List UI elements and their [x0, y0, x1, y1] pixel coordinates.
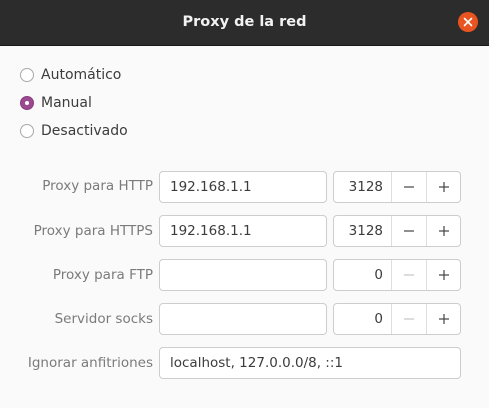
http-proxy-host-input[interactable]: 192.168.1.1 — [159, 171, 327, 203]
socks-port-decrement-button — [391, 304, 426, 334]
ignore-hosts-label: Ignorar anfitriones — [27, 355, 153, 371]
socks-port-increment-button[interactable] — [426, 304, 461, 334]
close-icon — [463, 17, 473, 27]
ftp-port-decrement-button — [391, 260, 426, 290]
radio-label-automatico: Automático — [41, 67, 122, 83]
http-port-decrement-button[interactable] — [391, 172, 426, 202]
ftp-proxy-host-input[interactable] — [159, 259, 327, 291]
minus-icon — [404, 274, 414, 276]
ftp-proxy-label: Proxy para FTP — [52, 267, 153, 283]
plus-icon — [439, 226, 449, 236]
socks-server-host-input[interactable] — [159, 303, 327, 335]
ftp-proxy-port-value[interactable]: 0 — [334, 260, 383, 290]
minus-icon — [404, 230, 414, 232]
https-port-increment-button[interactable] — [426, 216, 461, 246]
close-button[interactable] — [458, 12, 478, 32]
http-proxy-port-stepper[interactable]: 3128 — [333, 171, 461, 203]
https-proxy-port-value[interactable]: 3128 — [334, 216, 383, 246]
title-bar: Proxy de la red — [0, 0, 489, 46]
plus-icon — [439, 270, 449, 280]
radio-label-manual: Manual — [41, 95, 92, 111]
https-proxy-host-input[interactable]: 192.168.1.1 — [159, 215, 327, 247]
https-port-decrement-button[interactable] — [391, 216, 426, 246]
plus-icon — [439, 314, 449, 324]
radio-button-selected[interactable] — [20, 96, 34, 110]
socks-server-label: Servidor socks — [54, 311, 153, 327]
socks-server-port-stepper[interactable]: 0 — [333, 303, 461, 335]
minus-icon — [404, 318, 414, 320]
http-proxy-port-value[interactable]: 3128 — [334, 172, 383, 202]
https-proxy-label: Proxy para HTTPS — [33, 223, 153, 239]
radio-button[interactable] — [20, 124, 34, 138]
https-proxy-port-stepper[interactable]: 3128 — [333, 215, 461, 247]
window-title: Proxy de la red — [182, 14, 307, 30]
plus-icon — [439, 182, 449, 192]
http-proxy-label: Proxy para HTTP — [42, 178, 153, 194]
ftp-proxy-port-stepper[interactable]: 0 — [333, 259, 461, 291]
radio-label-desactivado: Desactivado — [41, 123, 128, 139]
ignore-hosts-input[interactable]: localhost, 127.0.0.0/8, ::1 — [159, 347, 461, 379]
http-port-increment-button[interactable] — [426, 172, 461, 202]
minus-icon — [404, 186, 414, 188]
radio-button[interactable] — [20, 68, 34, 82]
socks-server-port-value[interactable]: 0 — [334, 304, 383, 334]
proxy-settings-panel: Automático Manual Desactivado Proxy para… — [0, 46, 489, 408]
ftp-port-increment-button[interactable] — [426, 260, 461, 290]
